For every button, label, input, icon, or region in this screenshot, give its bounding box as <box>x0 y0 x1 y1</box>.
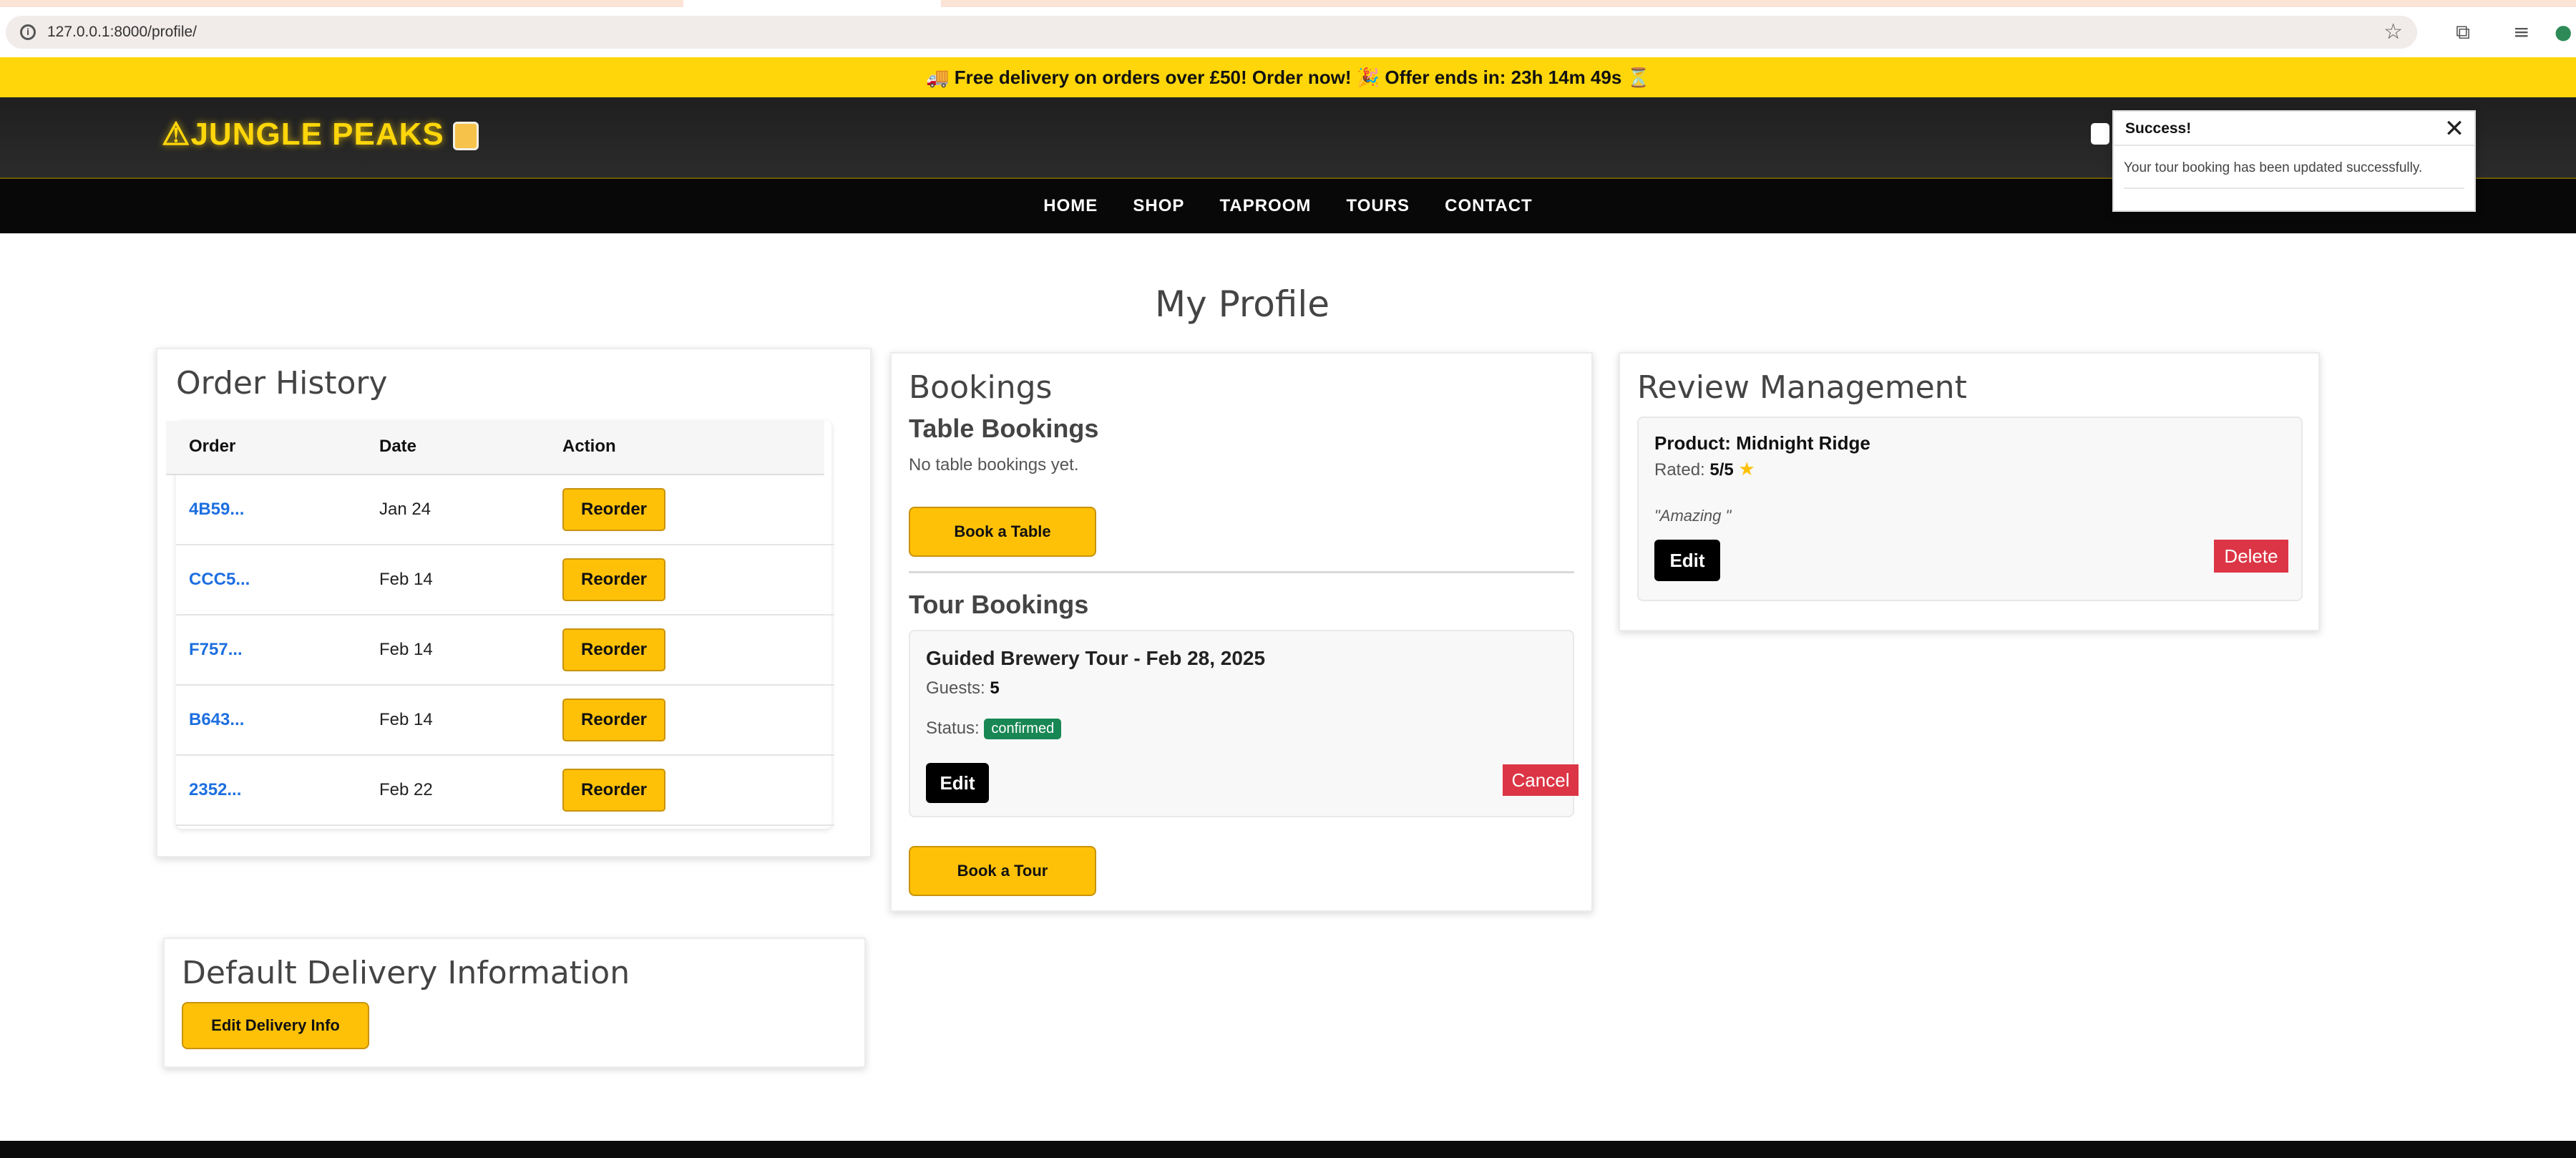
rated-value: 5/5 <box>1709 460 1734 480</box>
rated-label: Rated: <box>1654 460 1705 480</box>
nav-contact[interactable]: CONTACT <box>1445 179 1533 233</box>
nav-home[interactable]: HOME <box>1043 179 1098 233</box>
nav-shop[interactable]: SHOP <box>1133 179 1184 233</box>
no-table-bookings-text: No table bookings yet. <box>909 455 1079 475</box>
order-date: Feb 22 <box>379 780 433 799</box>
order-link[interactable]: 4B59... <box>189 500 244 520</box>
bookings-title: Bookings <box>909 369 1053 406</box>
delivery-info-title: Default Delivery Information <box>182 955 630 991</box>
browser-toolbar: i 127.0.0.1:8000/profile/ ☆ ⧉ ≡ ● <box>0 7 2576 57</box>
table-row: F757... Feb 14 Reorder <box>176 616 834 686</box>
tour-name: Guided Brewery Tour - Feb 28, 2025 <box>926 647 1266 669</box>
table-row: 4B59... Jan 24 Reorder <box>176 475 834 545</box>
order-table: Order Date Action 4B59... Jan 24 Reorder… <box>166 421 834 829</box>
status-badge: confirmed <box>984 719 1062 740</box>
status-label: Status: <box>926 719 980 738</box>
order-date: Feb 14 <box>379 570 433 589</box>
guests-line: Guests: 5 <box>926 678 1000 699</box>
col-order: Order <box>189 437 236 456</box>
media-control-icon[interactable]: ≡ <box>2513 20 2529 44</box>
brand-name: ⚠JUNGLE PEAKS <box>162 117 444 152</box>
order-link[interactable]: F757... <box>189 640 243 660</box>
order-table-header: Order Date Action <box>166 421 824 475</box>
tour-bookings-title: Tour Bookings <box>909 590 1089 619</box>
edit-delivery-info-button[interactable]: Edit Delivery Info <box>182 1002 369 1049</box>
col-action: Action <box>562 437 616 456</box>
cancel-tour-button[interactable]: Cancel <box>1503 764 1579 796</box>
review-item: Product: Midnight Ridge Rated: 5/5 ★ "Am… <box>1637 417 2303 601</box>
review-management-title: Review Management <box>1637 369 1967 406</box>
table-row: 2352... Feb 22 Reorder <box>176 756 834 826</box>
book-tour-button[interactable]: Book a Tour <box>909 846 1096 896</box>
browser-active-tab[interactable] <box>683 0 941 7</box>
order-link[interactable]: B643... <box>189 710 244 730</box>
star-icon: ★ <box>1738 458 1755 480</box>
toast-divider <box>2124 188 2464 189</box>
success-toast: Success! ✕ Your tour booking has been up… <box>2112 110 2476 212</box>
promo-banner: 🚚 Free delivery on orders over £50! Orde… <box>0 57 2576 97</box>
site-info-icon[interactable]: i <box>20 24 36 40</box>
table-bookings-title: Table Bookings <box>909 414 1099 443</box>
extensions-icon[interactable]: ⧉ <box>2456 20 2470 44</box>
edit-tour-button[interactable]: Edit <box>926 763 989 803</box>
url-text[interactable]: 127.0.0.1:8000/profile/ <box>47 23 197 42</box>
delivery-info-card: Default Delivery Information Edit Delive… <box>163 938 866 1068</box>
close-icon[interactable]: ✕ <box>2441 116 2467 142</box>
site-footer <box>0 1141 2576 1158</box>
order-history-card: Order History Order Date Action 4B59... … <box>156 348 872 857</box>
address-bar[interactable]: i 127.0.0.1:8000/profile/ ☆ <box>6 16 2417 49</box>
reorder-button[interactable]: Reorder <box>562 769 665 812</box>
product-label: Product: <box>1654 432 1731 454</box>
nav-tours[interactable]: TOURS <box>1346 179 1410 233</box>
tour-booking-item: Guided Brewery Tour - Feb 28, 2025 Guest… <box>909 630 1579 817</box>
reorder-button[interactable]: Reorder <box>562 628 665 671</box>
product-value: Midnight Ridge <box>1736 432 1870 454</box>
page-title: My Profile <box>1154 283 1330 325</box>
bookings-divider <box>909 571 1574 573</box>
bookings-card: Bookings Table Bookings No table booking… <box>890 352 1593 912</box>
col-date: Date <box>379 437 417 456</box>
order-date: Feb 14 <box>379 640 433 659</box>
book-table-button[interactable]: Book a Table <box>909 507 1096 557</box>
table-row: B643... Feb 14 Reorder <box>176 686 834 756</box>
edit-review-button[interactable]: Edit <box>1654 540 1720 581</box>
order-date: Feb 14 <box>379 710 433 729</box>
rated-line: Rated: 5/5 ★ <box>1654 458 1755 480</box>
review-comment: "Amazing " <box>1654 507 1732 525</box>
profile-avatar-icon[interactable]: ● <box>2555 20 2572 44</box>
cart-icon[interactable] <box>2091 123 2109 145</box>
order-date: Jan 24 <box>379 500 431 519</box>
guests-value: 5 <box>990 678 1000 698</box>
reorder-button[interactable]: Reorder <box>562 699 665 741</box>
nav-taproom[interactable]: TAPROOM <box>1220 179 1312 233</box>
order-history-title: Order History <box>176 365 388 402</box>
delete-review-button[interactable]: Delete <box>2214 540 2288 573</box>
status-line: Status: confirmed <box>926 719 1062 740</box>
bookmark-star-icon[interactable]: ☆ <box>2384 20 2403 44</box>
guests-label: Guests: <box>926 678 985 698</box>
review-management-card: Review Management Product: Midnight Ridg… <box>1619 352 2320 631</box>
toast-title: Success! <box>2114 112 2474 146</box>
reorder-button[interactable]: Reorder <box>562 488 665 531</box>
order-link[interactable]: CCC5... <box>189 570 250 590</box>
table-row: CCC5... Feb 14 Reorder <box>176 545 834 616</box>
toast-message: Your tour booking has been updated succe… <box>2124 160 2423 175</box>
brand-logo[interactable]: ⚠JUNGLE PEAKS <box>162 116 479 152</box>
product-line: Product: Midnight Ridge <box>1654 432 1870 454</box>
order-link[interactable]: 2352... <box>189 780 241 800</box>
beer-mug-icon <box>452 122 479 151</box>
reorder-button[interactable]: Reorder <box>562 558 665 601</box>
browser-tab-strip <box>0 0 2576 7</box>
